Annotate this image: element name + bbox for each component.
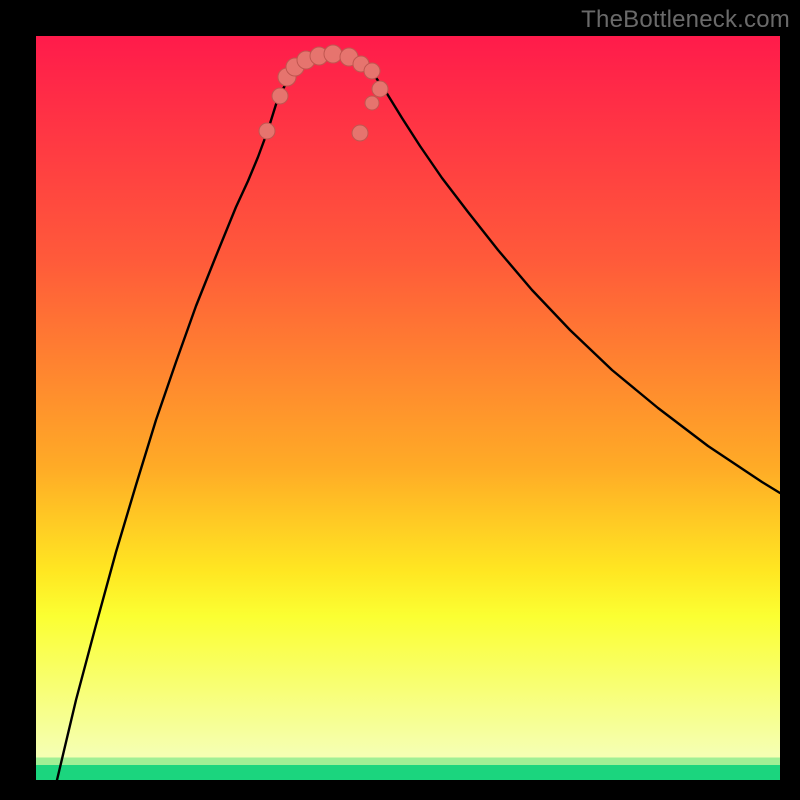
plot-area [36,36,780,780]
data-marker [324,45,342,63]
data-marker [365,96,379,110]
bottleneck-curve [57,54,780,780]
data-marker [272,88,288,104]
data-marker [372,81,388,97]
chart-svg [36,36,780,780]
data-markers [259,45,388,141]
data-marker [352,125,368,141]
chart-frame: TheBottleneck.com [0,0,800,800]
data-marker [259,123,275,139]
watermark-text: TheBottleneck.com [581,6,790,34]
data-marker [364,63,380,79]
